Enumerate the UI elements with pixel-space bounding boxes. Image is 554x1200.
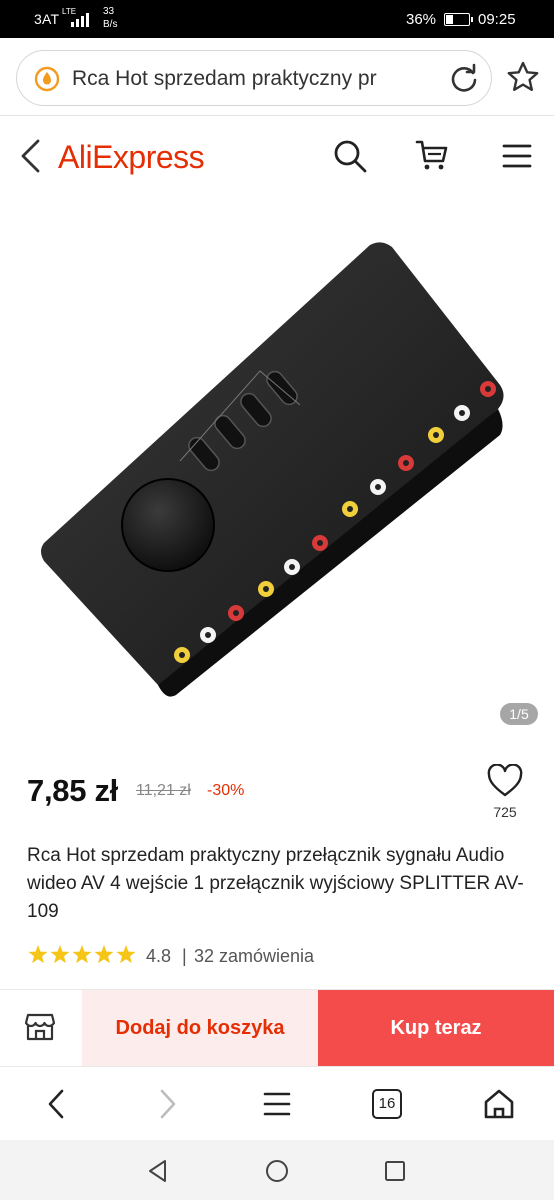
cart-icon[interactable] [414, 137, 450, 173]
selector-knob [121, 478, 215, 572]
droplet-icon [34, 66, 60, 92]
speed-value: 33 [103, 6, 115, 17]
star-icon[interactable] [506, 60, 540, 94]
signal-icon [71, 13, 89, 27]
browser-toolbar: Rca Hot sprzedam praktyczny pr [0, 38, 554, 116]
url-text[interactable]: Rca Hot sprzedam praktyczny pr [72, 67, 442, 91]
battery-percent: 36% [406, 11, 437, 28]
address-bar[interactable]: Rca Hot sprzedam praktyczny pr [16, 50, 492, 106]
star-icon [50, 945, 70, 964]
battery-icon [444, 13, 473, 26]
clock: 09:25 [478, 11, 516, 28]
forward-icon[interactable] [150, 1087, 184, 1121]
store-icon[interactable] [24, 1012, 56, 1042]
browser-bottom-bar: 16 [0, 1066, 554, 1140]
reload-icon[interactable] [448, 63, 480, 95]
rating-stars [28, 945, 136, 964]
hamburger-menu-icon[interactable] [500, 139, 534, 173]
heart-icon[interactable] [486, 764, 524, 798]
rating-separator: | [182, 946, 187, 966]
star-icon [116, 945, 136, 964]
recents-square-icon[interactable] [382, 1158, 408, 1184]
back-icon[interactable] [40, 1087, 74, 1121]
carrier-label: 3AT [34, 11, 60, 27]
site-header: AliExpress [0, 117, 554, 195]
speed-unit: B/s [103, 19, 118, 30]
home-circle-icon[interactable] [264, 1158, 290, 1184]
rating-value: 4.8 [146, 946, 172, 966]
star-icon [72, 945, 92, 964]
buy-now-button[interactable]: Kup teraz [318, 990, 554, 1066]
aliexpress-logo[interactable]: AliExpress [58, 139, 205, 176]
star-icon [28, 945, 48, 964]
product-image[interactable] [0, 195, 554, 735]
back-triangle-icon[interactable] [145, 1158, 171, 1184]
battery-fill [446, 15, 453, 24]
product-title: Rca Hot sprzedam praktyczny przełącznik … [27, 845, 524, 922]
back-chevron-icon[interactable] [16, 137, 44, 175]
tabs-icon[interactable]: 16 [372, 1089, 402, 1119]
product-gallery[interactable]: 1/5 [0, 195, 554, 735]
orders-count: 32 zamówienia [194, 946, 315, 966]
status-bar: 3AT LTE 33 B/s 36% 09:25 [0, 0, 554, 38]
star-icon [94, 945, 114, 964]
home-icon[interactable] [482, 1087, 516, 1121]
add-to-cart-button[interactable]: Dodaj do koszyka [82, 990, 318, 1066]
menu-icon[interactable] [260, 1087, 294, 1121]
android-nav-bar [0, 1140, 554, 1200]
image-counter: 1/5 [500, 703, 538, 725]
search-icon[interactable] [332, 138, 368, 174]
network-speed: 33 B/s [103, 5, 117, 31]
wishlist-count: 725 [493, 804, 517, 820]
price: 7,85 zł [27, 773, 118, 808]
discount-badge: -30% [207, 782, 245, 799]
original-price: 11,21 zł [136, 782, 191, 799]
action-bar: Dodaj do koszyka Kup teraz [0, 989, 554, 1066]
